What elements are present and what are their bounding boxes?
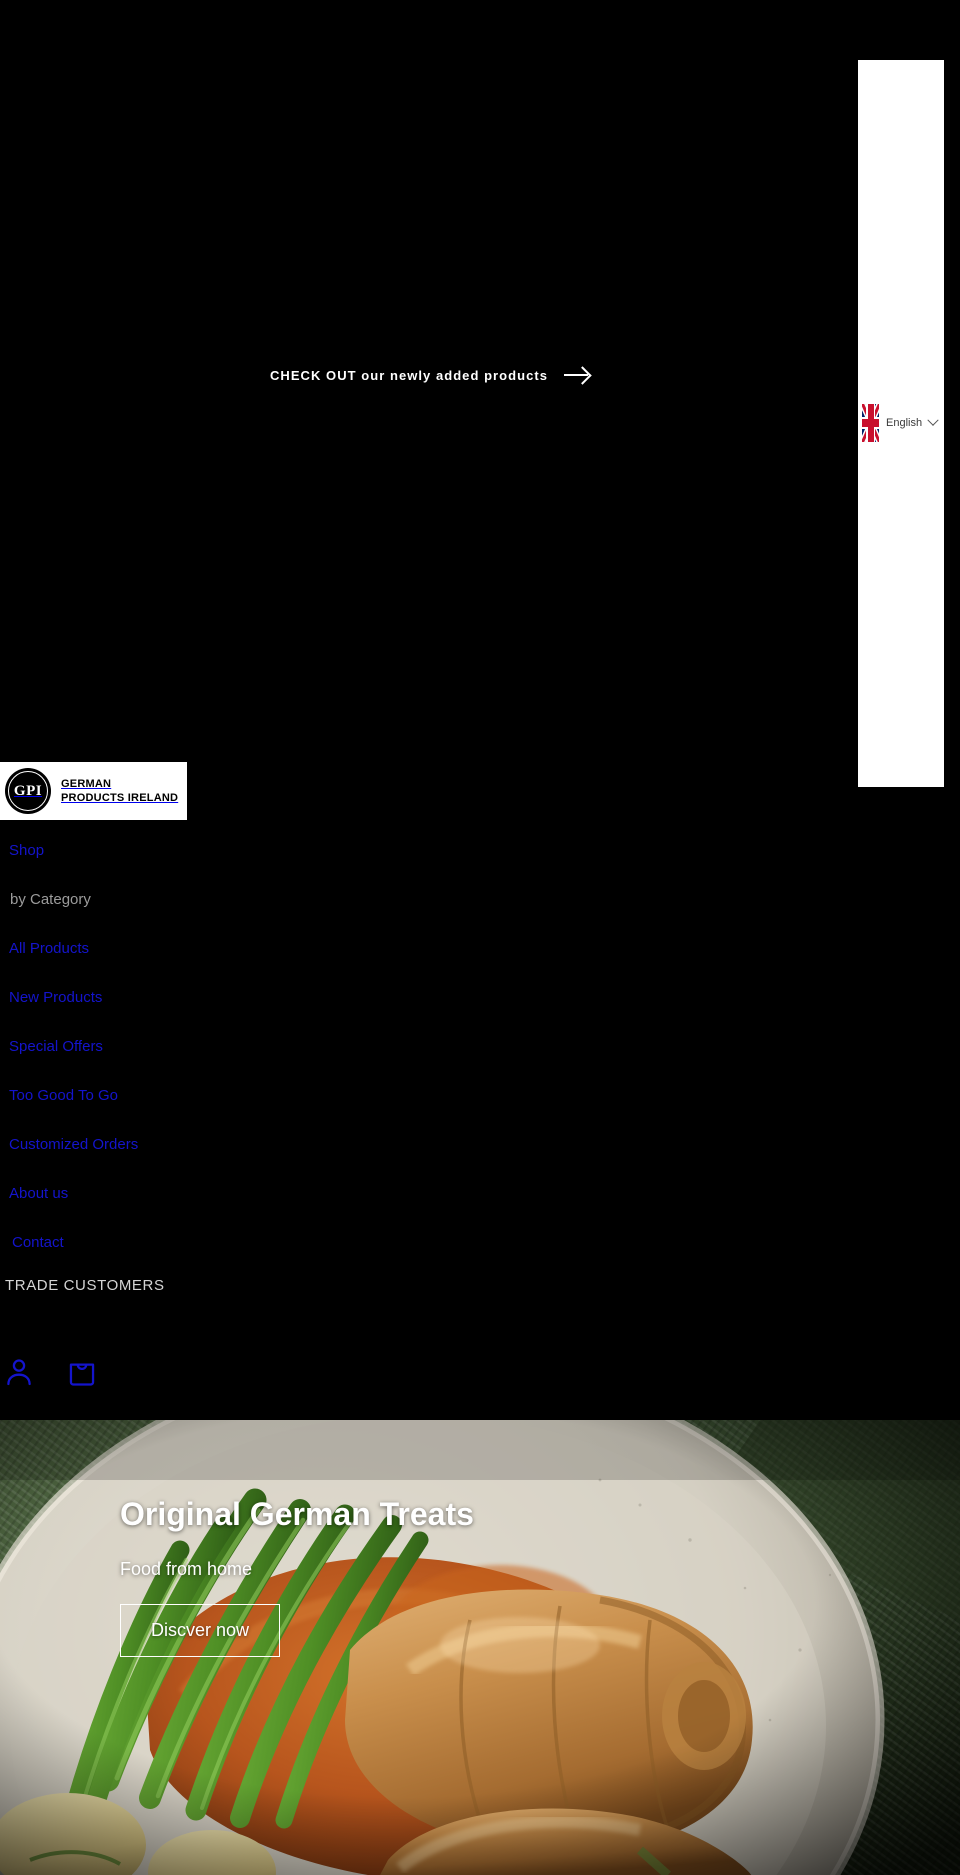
- page-root: CHECK OUT our newly added products Engli…: [0, 0, 960, 1875]
- chevron-down-icon: [927, 414, 939, 426]
- arrow-right-icon: [564, 368, 590, 382]
- logo-wordmark: GERMAN PRODUCTS IRELAND: [61, 777, 178, 805]
- nav-row: Customized Orders: [0, 1120, 500, 1169]
- announcement-inner: CHECK OUT our newly added products: [0, 355, 860, 395]
- nav-row: Contact: [0, 1218, 500, 1267]
- nav-item-shop[interactable]: Shop: [0, 842, 44, 859]
- nav-row: Too Good To Go: [0, 1071, 500, 1120]
- site-logo[interactable]: GPI GERMAN PRODUCTS IRELAND: [0, 762, 187, 820]
- nav-row: by Category: [0, 875, 500, 924]
- announcement-text: CHECK OUT our newly added products: [269, 367, 549, 383]
- announcement-link[interactable]: CHECK OUT our newly added products: [270, 368, 590, 383]
- gpi-seal-icon: GPI: [5, 768, 51, 814]
- person-icon: [2, 1355, 36, 1389]
- account-button[interactable]: [2, 1355, 36, 1389]
- hero-subtitle: Food from home: [120, 1558, 253, 1579]
- nav-item-trade-customers: TRADE CUSTOMERS: [5, 1276, 165, 1294]
- nav-row: About us: [0, 1169, 500, 1218]
- nav-item-too-good-to-go[interactable]: Too Good To Go: [0, 1087, 118, 1104]
- cart-button[interactable]: [65, 1355, 99, 1389]
- shopping-bag-icon: [65, 1355, 99, 1389]
- nav-item-new-products[interactable]: New Products: [0, 989, 102, 1006]
- hero-banner: Original German Treats Food from home Di…: [0, 1420, 960, 1875]
- hero-content: Original German Treats Food from home Di…: [120, 1496, 474, 1657]
- nav-item-by-category: by Category: [10, 891, 91, 908]
- nav-row: All Products: [0, 924, 500, 973]
- nav-row: New Products: [0, 973, 500, 1022]
- language-selector[interactable]: English: [862, 404, 939, 442]
- nav-row: TRADE CUSTOMERS: [0, 1267, 500, 1303]
- nav-row: Special Offers: [0, 1022, 500, 1071]
- logo-name-line1: GERMAN: [61, 777, 112, 790]
- main-navigation: Shop by Category All Products New Produc…: [0, 826, 500, 1303]
- uk-flag-icon: [862, 404, 879, 442]
- nav-item-customized-orders[interactable]: Customized Orders: [0, 1136, 138, 1153]
- hero-title: Original German Treats: [120, 1496, 474, 1532]
- nav-item-contact[interactable]: Contact: [0, 1234, 64, 1251]
- nav-item-about-us[interactable]: About us: [0, 1185, 68, 1202]
- nav-item-special-offers[interactable]: Special Offers: [0, 1038, 103, 1055]
- language-label: English: [886, 417, 923, 429]
- utility-icon-bar: [0, 1355, 300, 1401]
- nav-row: Shop: [0, 826, 500, 875]
- nav-item-all-products[interactable]: All Products: [0, 940, 89, 957]
- logo-name-line2: PRODUCTS IRELAND: [61, 792, 179, 804]
- logo-seal-text: GPI: [13, 782, 43, 799]
- announcement-bar: CHECK OUT our newly added products: [0, 0, 960, 760]
- hero-cta-button[interactable]: Discver now: [120, 1603, 281, 1657]
